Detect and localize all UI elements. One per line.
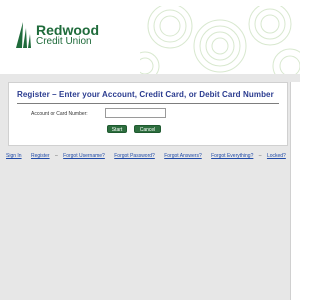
brand-subtitle: Credit Union <box>36 36 92 47</box>
cancel-button[interactable]: Cancel <box>134 125 161 133</box>
redwood-logo[interactable]: Redwood Credit Union <box>14 22 134 52</box>
start-button[interactable]: Start <box>107 125 127 133</box>
forgot-everything-link[interactable]: Forgot Everything? <box>211 153 253 159</box>
nav-separator: – <box>54 153 58 159</box>
registration-panel: Register – Enter your Account, Credit Ca… <box>8 82 288 146</box>
locked-link[interactable]: Locked? <box>267 153 286 159</box>
bottom-nav: Sign In Register – Forgot Username? Forg… <box>6 153 296 161</box>
tree-logo-icon <box>16 22 31 48</box>
forgot-answers-link[interactable]: Forgot Answers? <box>164 153 202 159</box>
registration-title: Register – Enter your Account, Credit Ca… <box>17 90 274 99</box>
decorative-pattern <box>140 6 300 74</box>
nav-separator: – <box>258 153 262 159</box>
header-banner: Redwood Credit Union <box>0 0 300 74</box>
sign-in-link[interactable]: Sign In <box>6 153 22 159</box>
account-number-input[interactable] <box>105 108 166 118</box>
register-link[interactable]: Register <box>31 153 50 159</box>
forgot-password-link[interactable]: Forgot Password? <box>114 153 155 159</box>
title-divider <box>17 103 279 104</box>
account-number-label: Account or Card Number: <box>31 111 88 117</box>
right-sidebar-fragment <box>290 82 301 300</box>
forgot-username-link[interactable]: Forgot Username? <box>63 153 105 159</box>
brand-name: Redwood <box>36 22 99 38</box>
